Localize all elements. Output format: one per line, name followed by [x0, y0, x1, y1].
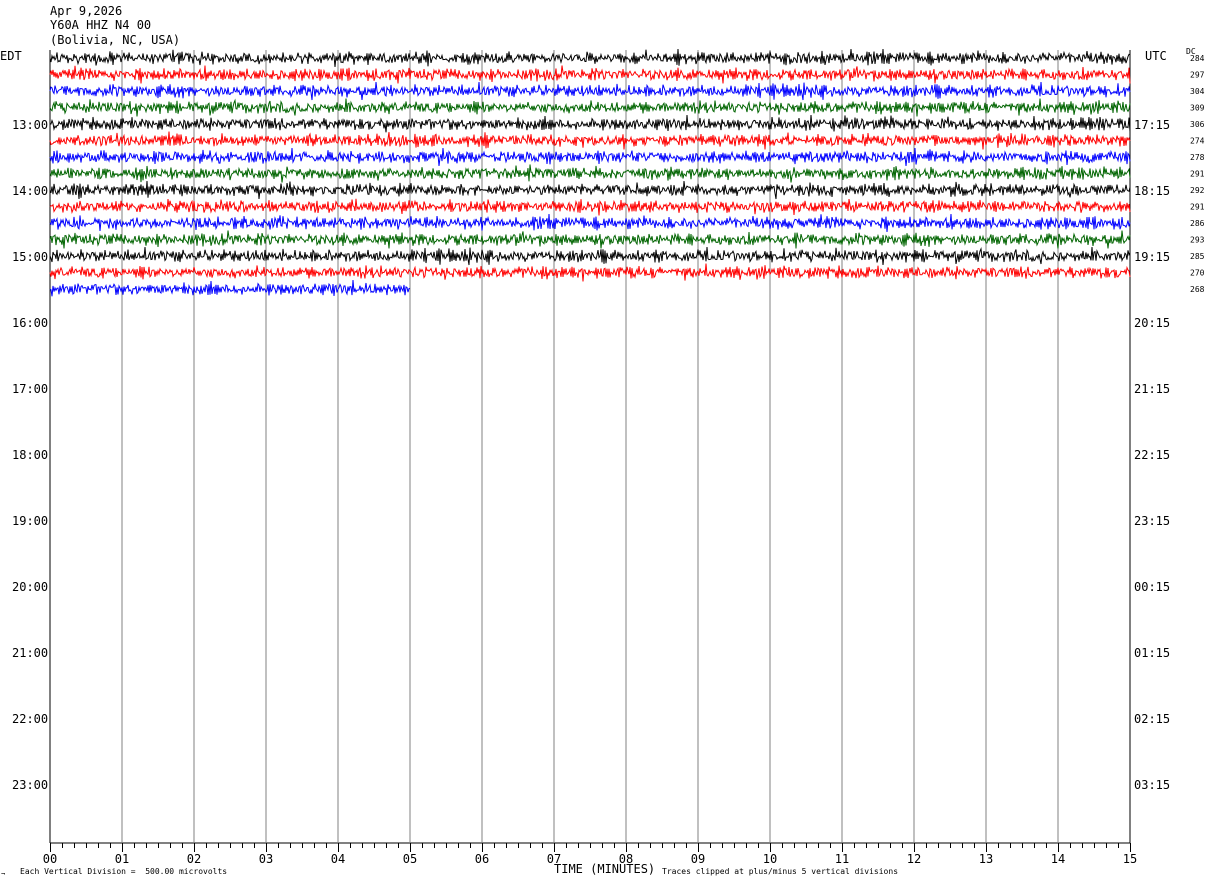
- right-hour-label: 19:15: [1134, 250, 1170, 264]
- dc-value: 291: [1190, 170, 1205, 179]
- x-tick-label: 14: [1051, 852, 1065, 866]
- dc-value: 270: [1190, 269, 1205, 278]
- dc-value: 293: [1190, 236, 1205, 245]
- left-hour-label: 19:00: [12, 514, 48, 528]
- right-hour-label: 17:15: [1134, 118, 1170, 132]
- footer-clip-note: Traces clipped at plus/minus 5 vertical …: [662, 867, 899, 876]
- trace-line: [49, 164, 1131, 183]
- x-tick-label: 15: [1123, 852, 1137, 866]
- dc-value: 284: [1190, 54, 1205, 63]
- left-hour-label: 18:00: [12, 448, 48, 462]
- dc-value: 285: [1190, 252, 1205, 261]
- left-hour-label: 13:00: [12, 118, 48, 132]
- footer-scale-note: Each Vertical Division = 500.00 microvol…: [20, 867, 228, 876]
- dc-value: 304: [1190, 87, 1205, 96]
- dc-value: 291: [1190, 203, 1205, 212]
- dc-value: 297: [1190, 71, 1205, 80]
- right-hour-label: 18:15: [1134, 184, 1170, 198]
- left-hour-label: 14:00: [12, 184, 48, 198]
- left-hour-label: 22:00: [12, 712, 48, 726]
- x-tick-label: 00: [43, 852, 57, 866]
- trace-line: [49, 230, 1131, 249]
- trace-line: [49, 48, 1131, 68]
- right-hour-label: 03:15: [1134, 778, 1170, 792]
- left-hour-label: 20:00: [12, 580, 48, 594]
- dc-value: 306: [1190, 120, 1205, 129]
- left-hour-label: 21:00: [12, 646, 48, 660]
- trace-line: [49, 213, 1131, 233]
- trace-line: [49, 65, 1131, 84]
- seismogram-chart: 00 01 02 03 04 05 06 07 08 09 10 11 12 13 14 15 13:0014…: [12, 48, 1205, 866]
- hour-labels: 13:00 14:00 15:00 16:00 17:00 18:00 19:00 20:00…: [12, 54, 1205, 792]
- x-tick-label: 03: [259, 852, 273, 866]
- dc-value: 309: [1190, 104, 1205, 113]
- left-hour-label: 17:00: [12, 382, 48, 396]
- left-hour-label: 23:00: [12, 778, 48, 792]
- right-hour-label: 22:15: [1134, 448, 1170, 462]
- trace-line: [49, 81, 1131, 101]
- grid-lines: [49, 50, 1131, 844]
- dc-value: 274: [1190, 137, 1205, 146]
- dc-value: 278: [1190, 153, 1205, 162]
- trace-line: [49, 279, 411, 297]
- right-hour-label: 23:15: [1134, 514, 1170, 528]
- trace-line: [49, 180, 1131, 200]
- x-tick-label: 09: [691, 852, 705, 866]
- x-tick-label: 11: [835, 852, 849, 866]
- trace-line: [49, 246, 1131, 266]
- dc-value: 268: [1190, 285, 1205, 294]
- right-hour-label: 01:15: [1134, 646, 1170, 660]
- x-tick-label: 04: [331, 852, 345, 866]
- dc-value: 292: [1190, 186, 1205, 195]
- trace-line: [49, 131, 1131, 150]
- x-tick-label: 02: [187, 852, 201, 866]
- x-tick-label: 12: [907, 852, 921, 866]
- trace-line: [49, 98, 1131, 117]
- x-axis-title: TIME (MINUTES): [554, 862, 656, 876]
- x-tick-label: 10: [763, 852, 777, 866]
- trace-line: [49, 198, 1131, 216]
- left-hour-label: 16:00: [12, 316, 48, 330]
- x-tick-label: 06: [475, 852, 489, 866]
- footer-mark: ¬: [1, 870, 6, 878]
- trace-line: [49, 263, 1131, 282]
- trace-line: [49, 147, 1131, 167]
- trace-group: [49, 48, 1131, 297]
- x-tick-label: 01: [115, 852, 129, 866]
- x-tick-label: 13: [979, 852, 993, 866]
- right-hour-label: 21:15: [1134, 382, 1170, 396]
- trace-line: [50, 114, 1131, 133]
- right-hour-label: 02:15: [1134, 712, 1170, 726]
- dc-value: 286: [1190, 219, 1205, 228]
- left-hour-label: 15:00: [12, 250, 48, 264]
- x-tick-label: 05: [403, 852, 417, 866]
- right-hour-label: 00:15: [1134, 580, 1170, 594]
- right-hour-label: 20:15: [1134, 316, 1170, 330]
